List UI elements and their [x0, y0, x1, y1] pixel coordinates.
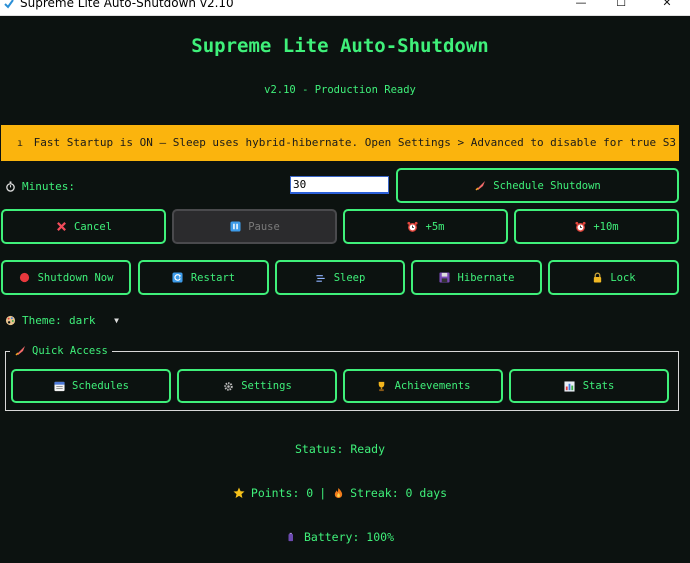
warning-icon: ı: [17, 138, 24, 149]
settings-button[interactable]: Settings: [177, 369, 337, 403]
minimize-button[interactable]: —: [566, 0, 596, 12]
gear-icon: [222, 380, 234, 392]
schedule-shutdown-label: Schedule Shutdown: [493, 179, 601, 192]
shutdown-now-button[interactable]: Shutdown Now: [1, 260, 131, 295]
cross-icon: [55, 221, 67, 233]
cancel-label: Cancel: [74, 220, 112, 233]
restart-icon: [172, 272, 184, 284]
alarm-clock-icon: [574, 221, 586, 233]
floppy-disk-icon: [439, 272, 451, 284]
schedule-shutdown-button[interactable]: Schedule Shutdown: [396, 168, 679, 203]
settings-label: Settings: [241, 380, 292, 392]
rocket-icon: [474, 180, 486, 192]
warning-banner: ı Fast Startup is ON – Sleep uses hybrid…: [1, 125, 679, 161]
hibernate-label: Hibernate: [457, 271, 515, 284]
status-line: Status: Ready: [0, 442, 680, 456]
quick-access-label: Quick Access: [32, 345, 108, 357]
pause-icon: [229, 221, 241, 233]
lock-label: Lock: [610, 271, 636, 284]
window-title: Supreme Lite Auto-Shutdown v2.10: [20, 0, 234, 10]
stats-label: Stats: [582, 380, 615, 392]
achievements-label: Achievements: [394, 380, 471, 392]
quick-access-legend: Quick Access: [10, 345, 112, 357]
calendar-icon: [53, 380, 65, 392]
streak-text: Streak: 0 days: [350, 486, 448, 500]
theme-value: dark: [69, 314, 96, 327]
cancel-button[interactable]: Cancel: [1, 209, 166, 244]
hibernate-button[interactable]: Hibernate: [411, 260, 542, 295]
app-subtitle: v2.10 - Production Ready: [264, 84, 416, 96]
palette-icon: [4, 315, 16, 327]
theme-label: Theme:: [22, 314, 62, 327]
window-titlebar: Supreme Lite Auto-Shutdown v2.10 — ☐ ✕: [0, 0, 690, 16]
restart-label: Restart: [190, 271, 236, 284]
rocket-icon: [14, 345, 26, 357]
restart-button[interactable]: Restart: [138, 260, 269, 295]
maximize-button[interactable]: ☐: [606, 0, 636, 12]
sleep-button[interactable]: Sleep: [275, 260, 405, 295]
add-5m-button[interactable]: +5m: [343, 209, 508, 244]
pause-label: Pause: [248, 220, 280, 233]
fire-icon: [332, 487, 344, 499]
schedules-button[interactable]: Schedules: [11, 369, 171, 403]
close-button[interactable]: ✕: [652, 0, 682, 12]
theme-label-group: Theme:: [4, 314, 62, 327]
schedules-label: Schedules: [72, 380, 129, 392]
lock-icon: [591, 272, 603, 284]
status-separator: |: [319, 486, 327, 500]
minutes-input[interactable]: 30: [290, 176, 389, 194]
sleep-icon: [315, 272, 327, 284]
chart-icon: [564, 380, 576, 392]
stopwatch-icon: [4, 181, 16, 193]
lock-button[interactable]: Lock: [548, 260, 679, 295]
app-title: Supreme Lite Auto-Shutdown: [191, 35, 489, 57]
pause-button[interactable]: Pause: [172, 209, 337, 244]
add-5m-label: +5m: [425, 220, 445, 233]
star-icon: [233, 487, 245, 499]
shutdown-now-label: Shutdown Now: [37, 271, 114, 284]
battery-icon: [286, 531, 298, 543]
points-text: Points: 0: [250, 486, 314, 500]
trophy-icon: [376, 380, 388, 392]
add-10m-label: +10m: [593, 220, 619, 233]
achievements-button[interactable]: Achievements: [343, 369, 503, 403]
alarm-clock-icon: [407, 221, 419, 233]
chevron-down-icon: ▼: [114, 316, 119, 325]
red-circle-icon: [19, 272, 31, 284]
stats-button[interactable]: Stats: [509, 369, 669, 403]
add-10m-button[interactable]: +10m: [514, 209, 679, 244]
app-icon: [4, 0, 14, 9]
minutes-label-group: Minutes:: [4, 180, 75, 193]
sleep-label: Sleep: [333, 271, 366, 284]
minutes-label: Minutes:: [22, 180, 75, 193]
points-streak-line: Points: 0 | Streak: 0 days: [0, 486, 680, 500]
warning-text: Fast Startup is ON – Sleep uses hybrid-h…: [33, 136, 679, 149]
theme-select[interactable]: dark ▼: [66, 312, 122, 329]
battery-text: Battery: 100%: [303, 530, 394, 544]
status-text: Status: Ready: [294, 442, 385, 456]
battery-line: Battery: 100%: [0, 530, 680, 544]
